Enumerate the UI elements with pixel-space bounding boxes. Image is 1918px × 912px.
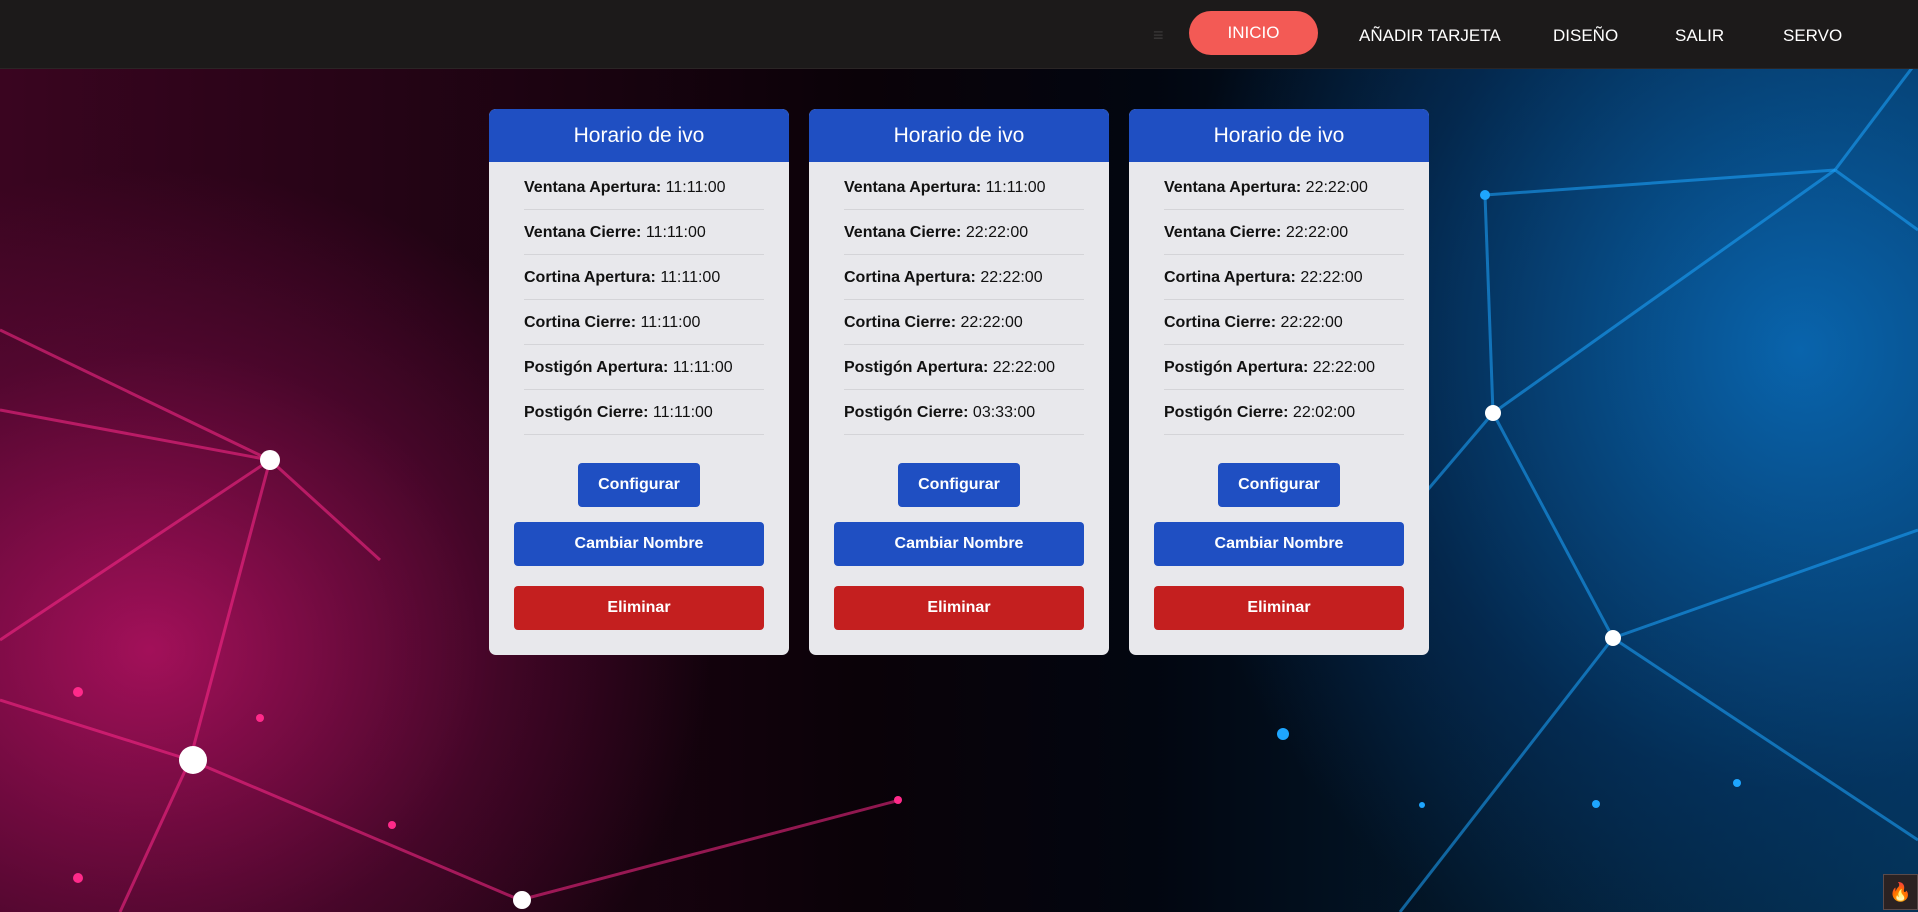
row-value: 22:22:00 — [1285, 224, 1349, 241]
configure-button[interactable]: Configurar — [578, 463, 700, 507]
schedule-row: Postigón Apertura: 22:22:00 — [1164, 345, 1404, 390]
row-value: 11:11:00 — [985, 179, 1046, 196]
schedule-row: Ventana Apertura: 11:11:00 — [524, 165, 764, 210]
row-label: Postigón Apertura: — [1164, 359, 1309, 376]
row-label: Ventana Apertura: — [524, 179, 662, 196]
schedule-row: Cortina Apertura: 22:22:00 — [1164, 255, 1404, 300]
row-value: 22:22:00 — [1312, 359, 1376, 376]
row-label: Cortina Apertura: — [1164, 269, 1296, 286]
rename-button[interactable]: Cambiar Nombre — [834, 522, 1084, 566]
row-label: Postigón Apertura: — [844, 359, 989, 376]
configure-button[interactable]: Configurar — [1218, 463, 1340, 507]
nav-item-salir[interactable]: SALIR — [1675, 24, 1724, 48]
schedule-row: Ventana Cierre: 22:22:00 — [844, 210, 1084, 255]
row-label: Ventana Cierre: — [1164, 224, 1282, 241]
row-value: 11:11:00 — [652, 404, 713, 421]
row-label: Cortina Cierre: — [1164, 314, 1277, 331]
schedule-row: Cortina Apertura: 11:11:00 — [524, 255, 764, 300]
schedule-row: Postigón Cierre: 22:02:00 — [1164, 390, 1404, 435]
hamburger-icon[interactable]: ≡ — [1153, 26, 1173, 44]
row-value: 11:11:00 — [660, 269, 721, 286]
card-title: Horario de ivo — [489, 109, 789, 162]
delete-button[interactable]: Eliminar — [514, 586, 764, 630]
row-label: Ventana Cierre: — [524, 224, 642, 241]
row-label: Postigón Apertura: — [524, 359, 669, 376]
schedule-list: Ventana Apertura: 11:11:00 Ventana Cierr… — [844, 162, 1084, 435]
schedule-row: Postigón Cierre: 11:11:00 — [524, 390, 764, 435]
row-value: 03:33:00 — [972, 404, 1036, 421]
row-value: 22:22:00 — [1300, 269, 1363, 286]
delete-button[interactable]: Eliminar — [1154, 586, 1404, 630]
row-label: Cortina Apertura: — [524, 269, 656, 286]
schedule-row: Postigón Apertura: 11:11:00 — [524, 345, 764, 390]
delete-button[interactable]: Eliminar — [834, 586, 1084, 630]
row-label: Postigón Cierre: — [524, 404, 649, 421]
schedule-list: Ventana Apertura: 11:11:00 Ventana Cierr… — [524, 162, 764, 435]
row-value: 22:22:00 — [992, 359, 1056, 376]
card-title: Horario de ivo — [809, 109, 1109, 162]
schedule-row: Ventana Cierre: 11:11:00 — [524, 210, 764, 255]
row-value: 11:11:00 — [640, 314, 701, 331]
schedule-list: Ventana Apertura: 22:22:00 Ventana Cierr… — [1164, 162, 1404, 435]
rename-button[interactable]: Cambiar Nombre — [1154, 522, 1404, 566]
schedule-row: Cortina Cierre: 22:22:00 — [844, 300, 1084, 345]
row-label: Ventana Cierre: — [844, 224, 962, 241]
schedule-row: Cortina Apertura: 22:22:00 — [844, 255, 1084, 300]
row-value: 22:22:00 — [960, 314, 1023, 331]
schedule-row: Cortina Cierre: 11:11:00 — [524, 300, 764, 345]
schedule-row: Postigón Apertura: 22:22:00 — [844, 345, 1084, 390]
row-label: Cortina Cierre: — [524, 314, 637, 331]
row-label: Ventana Apertura: — [844, 179, 982, 196]
schedule-card: Horario de ivo Ventana Apertura: 11:11:0… — [489, 109, 789, 655]
schedule-card: Horario de ivo Ventana Apertura: 11:11:0… — [809, 109, 1109, 655]
row-value: 22:22:00 — [1280, 314, 1343, 331]
row-label: Cortina Apertura: — [844, 269, 976, 286]
schedule-row: Ventana Cierre: 22:22:00 — [1164, 210, 1404, 255]
row-value: 11:11:00 — [665, 179, 726, 196]
row-value: 22:22:00 — [965, 224, 1029, 241]
nav-item-servo[interactable]: SERVO — [1783, 24, 1842, 48]
schedule-row: Postigón Cierre: 03:33:00 — [844, 390, 1084, 435]
row-label: Ventana Apertura: — [1164, 179, 1302, 196]
configure-button[interactable]: Configurar — [898, 463, 1020, 507]
row-value: 22:22:00 — [1305, 179, 1368, 196]
nav-item-diseno[interactable]: DISEÑO — [1553, 24, 1618, 48]
nav-item-inicio[interactable]: INICIO — [1189, 11, 1318, 55]
rename-button[interactable]: Cambiar Nombre — [514, 522, 764, 566]
top-navbar: ≡ INICIO AÑADIR TARJETA DISEÑO SALIR SER… — [0, 0, 1918, 69]
card-title: Horario de ivo — [1129, 109, 1429, 162]
schedule-row: Ventana Apertura: 11:11:00 — [844, 165, 1084, 210]
flame-icon[interactable]: 🔥 — [1883, 874, 1918, 910]
schedule-row: Cortina Cierre: 22:22:00 — [1164, 300, 1404, 345]
row-value: 11:11:00 — [645, 224, 706, 241]
nav-item-anadir-tarjeta[interactable]: AÑADIR TARJETA — [1359, 24, 1501, 48]
schedule-card: Horario de ivo Ventana Apertura: 22:22:0… — [1129, 109, 1429, 655]
schedule-row: Ventana Apertura: 22:22:00 — [1164, 165, 1404, 210]
row-value: 22:02:00 — [1292, 404, 1356, 421]
row-value: 22:22:00 — [980, 269, 1043, 286]
row-label: Postigón Cierre: — [1164, 404, 1289, 421]
row-value: 11:11:00 — [672, 359, 733, 376]
row-label: Cortina Cierre: — [844, 314, 957, 331]
row-label: Postigón Cierre: — [844, 404, 969, 421]
